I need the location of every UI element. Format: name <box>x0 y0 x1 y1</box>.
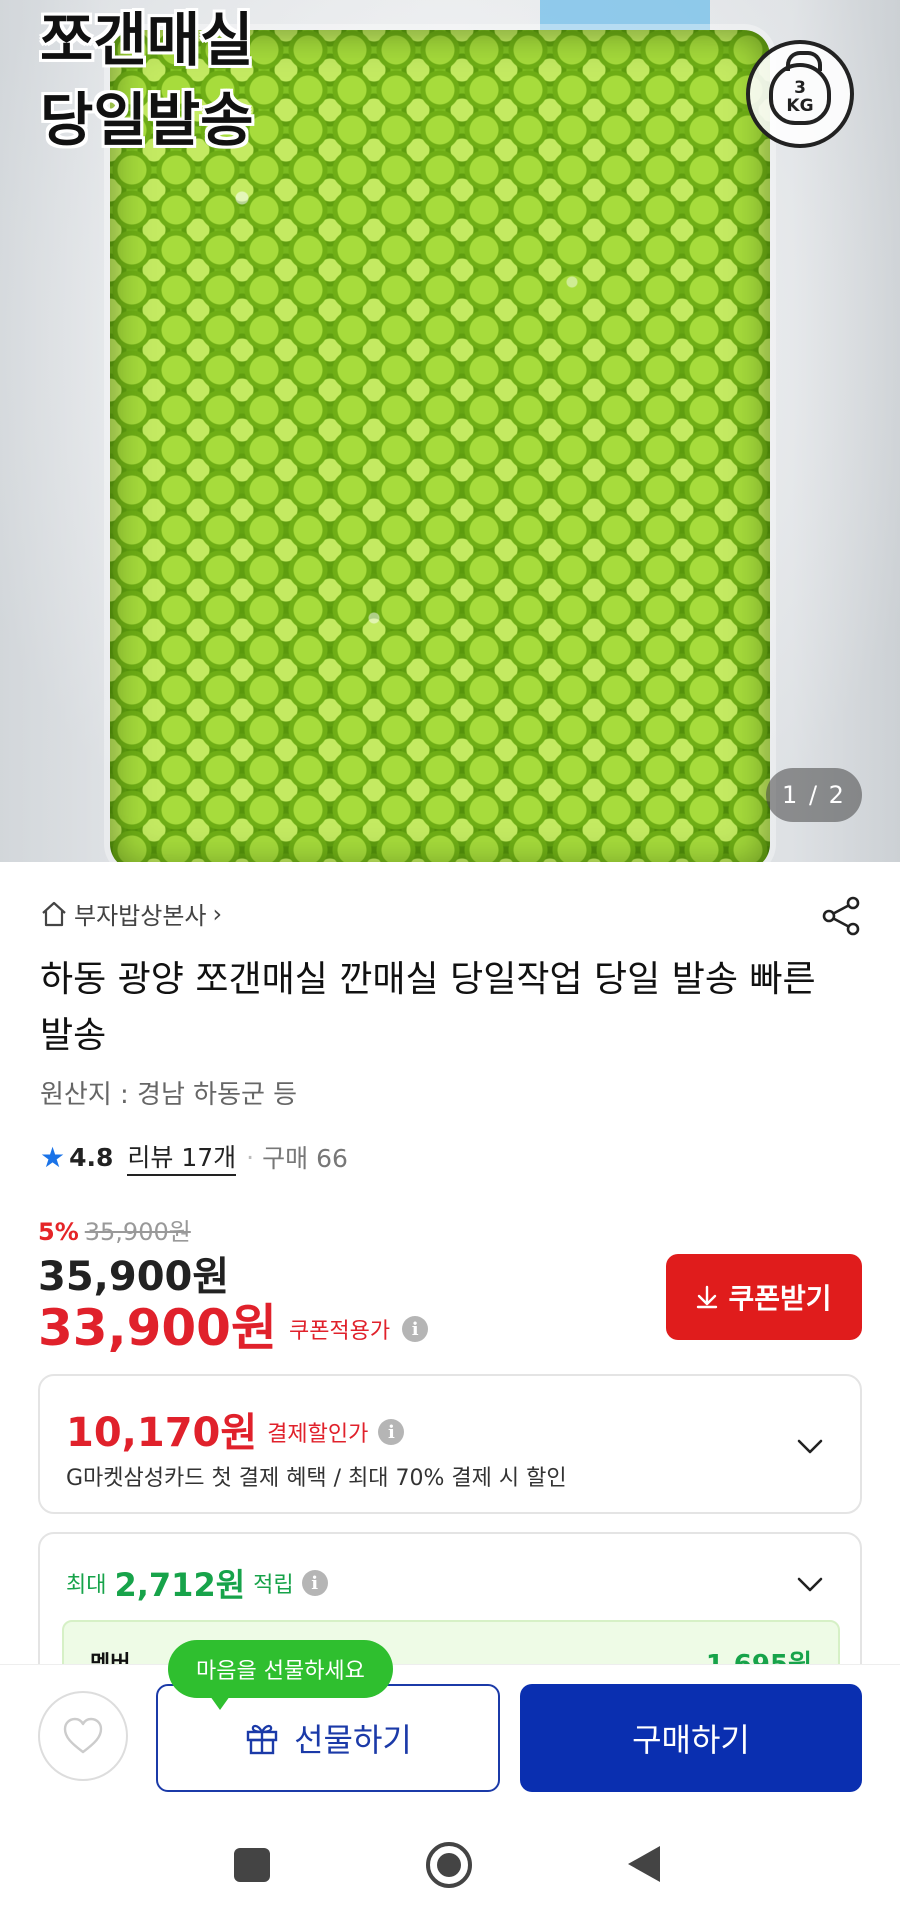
discount-percent: 5% <box>38 1218 79 1246</box>
weight-badge: 3 KG <box>746 40 854 148</box>
store-link[interactable]: 부자밥상본사 › <box>40 896 222 931</box>
gift-tooltip: 마음을 선물하세요 <box>168 1640 393 1710</box>
gift-icon <box>246 1724 278 1755</box>
kettlebell-icon: 3 KG <box>769 51 831 125</box>
overlay-line-1: 쪼갠매실 <box>40 6 254 74</box>
chevron-down-icon[interactable] <box>796 1432 824 1460</box>
separator-dot: · <box>246 1142 255 1172</box>
info-icon[interactable]: i <box>301 1570 328 1596</box>
info-icon[interactable]: i <box>402 1316 429 1342</box>
wishlist-button[interactable] <box>38 1691 128 1781</box>
rating-row: ★ 4.8 리뷰 17개 · 구매 66 <box>40 1138 348 1176</box>
gift-button[interactable]: 선물하기 <box>156 1684 500 1792</box>
gift-button-label: 선물하기 <box>294 1721 412 1759</box>
product-origin: 원산지 : 경남 하동군 등 <box>40 1080 298 1110</box>
image-counter: 1 / 2 <box>766 768 862 822</box>
coupon-button-label: 쿠폰받기 <box>728 1283 832 1314</box>
reviews-link[interactable]: 리뷰 17개 <box>127 1138 237 1176</box>
original-price: 35,900원 <box>84 1218 191 1246</box>
store-name: 부자밥상본사 <box>74 902 207 930</box>
payment-discount-description: G마켓삼성카드 첫 결제 혜택 / 최대 70% 결제 시 할인 <box>66 1466 567 1491</box>
chevron-right-icon: › <box>212 899 223 928</box>
back-icon[interactable] <box>628 1846 660 1882</box>
payment-discount-row: 10,170원 결제할인가 i <box>66 1400 405 1458</box>
get-coupon-button[interactable]: 쿠폰받기 <box>666 1254 862 1340</box>
payment-discount-amount: 10,170원 <box>66 1410 258 1456</box>
star-icon: ★ <box>40 1140 66 1174</box>
payment-discount-card[interactable]: 10,170원 결제할인가 i G마켓삼성카드 첫 결제 혜택 / 최대 70%… <box>38 1374 862 1514</box>
weight-value: 3 <box>794 78 806 98</box>
overlay-line-2: 당일발송 <box>40 86 254 154</box>
home-button-icon[interactable] <box>426 1842 472 1888</box>
payment-discount-label: 결제할인가 <box>267 1422 369 1447</box>
image-overlay-text: 쪼갠매실 당일발송 <box>40 0 253 160</box>
product-title: 하동 광양 쪼갠매실 깐매실 당일작업 당일 발송 빠른 발송 <box>40 959 816 1056</box>
recent-apps-icon[interactable] <box>234 1848 270 1882</box>
points-row: 최대 2,712원 적립 i <box>66 1560 328 1606</box>
points-amount: 2,712원 <box>114 1566 246 1604</box>
info-icon[interactable]: i <box>378 1419 405 1445</box>
rating-score: 4.8 <box>69 1142 114 1172</box>
buy-button[interactable]: 구매하기 <box>520 1684 862 1792</box>
weight-unit: KG <box>786 96 814 116</box>
coupon-price-label: 쿠폰적용가 <box>288 1319 391 1344</box>
heart-icon <box>63 1717 103 1754</box>
download-arrow-icon <box>697 1285 718 1309</box>
discount-row: 5% 35,900원 <box>38 1212 191 1247</box>
home-icon <box>42 901 66 926</box>
product-image[interactable]: 쪼갠매실 당일발송 3 KG 1 / 2 <box>0 0 900 862</box>
points-suffix: 적립 <box>253 1573 294 1598</box>
coupon-price-row: 33,900원 쿠폰적용가 i <box>38 1288 429 1360</box>
share-icon[interactable] <box>820 894 864 938</box>
purchase-count: 구매 66 <box>262 1144 348 1173</box>
coupon-price: 33,900원 <box>38 1299 277 1357</box>
points-prefix: 최대 <box>66 1573 107 1598</box>
chevron-down-icon[interactable] <box>796 1570 824 1598</box>
